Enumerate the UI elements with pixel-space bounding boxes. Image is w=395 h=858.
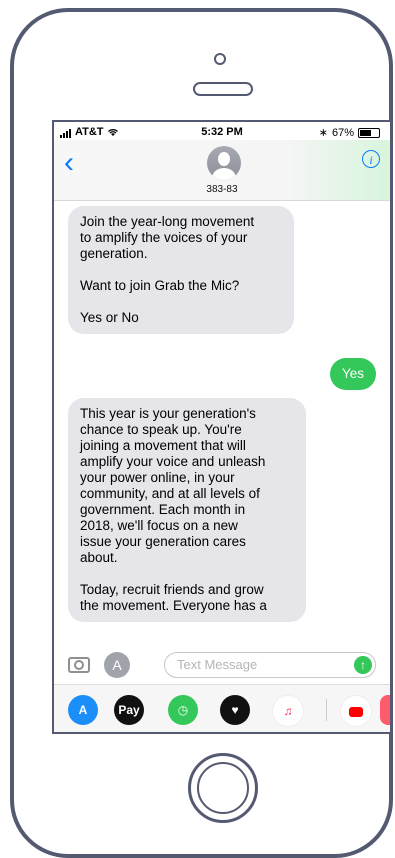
battery-percent: 67% xyxy=(331,126,354,139)
app-store-icon[interactable]: A xyxy=(104,652,130,678)
clock-icon[interactable]: ◷ xyxy=(168,695,198,725)
message-bubble-incoming: Join the year-long movement to amplify t… xyxy=(68,206,294,334)
conversation-header: ‹ 383-83 i xyxy=(54,140,390,201)
apple-pay-icon[interactable]: Pay xyxy=(114,695,144,725)
phone-screen: AT&T 5:32 PM ∗ 67% ‹ 383-83 i Join the y… xyxy=(52,120,392,734)
camera-dot xyxy=(214,53,226,65)
message-thread[interactable]: Join the year-long movement to amplify t… xyxy=(54,202,390,642)
phone-frame: AT&T 5:32 PM ∗ 67% ‹ 383-83 i Join the y… xyxy=(10,8,393,858)
app-store-icon[interactable]: A xyxy=(68,695,98,725)
message-bubble-incoming: This year is your generation's chance to… xyxy=(68,398,306,622)
message-bubble-outgoing: Yes xyxy=(330,358,376,390)
contact-name[interactable]: 383-83 xyxy=(54,184,390,195)
partial-app-icon[interactable] xyxy=(380,695,390,725)
arrow-up-icon[interactable]: ↑ xyxy=(354,656,372,674)
divider xyxy=(326,699,327,721)
message-text: Yes or No xyxy=(80,310,139,325)
home-button[interactable] xyxy=(188,753,258,823)
speaker-grille xyxy=(193,82,253,96)
youtube-icon[interactable] xyxy=(340,695,372,727)
message-text: This year is your generation's chance to… xyxy=(80,406,266,565)
status-bar: AT&T 5:32 PM ∗ 67% xyxy=(54,122,390,142)
battery-icon xyxy=(358,127,380,138)
app-drawer: A Pay ◷ ♥ ♫ xyxy=(54,684,390,732)
message-text: Join the year-long movement to amplify t… xyxy=(80,214,255,261)
bluetooth-icon: ∗ xyxy=(318,127,328,139)
avatar-head xyxy=(218,152,230,166)
music-icon[interactable]: ♫ xyxy=(272,695,304,727)
heart-icon[interactable]: ♥ xyxy=(220,695,250,725)
message-text: Want to join Grab the Mic? xyxy=(80,278,240,293)
message-text: Today, recruit friends and grow the move… xyxy=(80,582,267,613)
avatar-body xyxy=(212,168,236,180)
battery-fill xyxy=(360,129,372,136)
status-right: ∗ 67% xyxy=(319,126,380,139)
compose-bar: A Text Message ↑ xyxy=(54,646,390,682)
info-icon[interactable]: i xyxy=(362,150,380,168)
camera-icon[interactable] xyxy=(68,657,90,673)
avatar[interactable] xyxy=(207,146,241,180)
message-input[interactable]: Text Message ↑ xyxy=(164,652,376,678)
home-button-ring xyxy=(197,762,249,814)
chevron-left-icon[interactable]: ‹ xyxy=(64,148,74,178)
message-text: Yes xyxy=(342,366,365,381)
message-input-placeholder: Text Message xyxy=(177,657,258,672)
